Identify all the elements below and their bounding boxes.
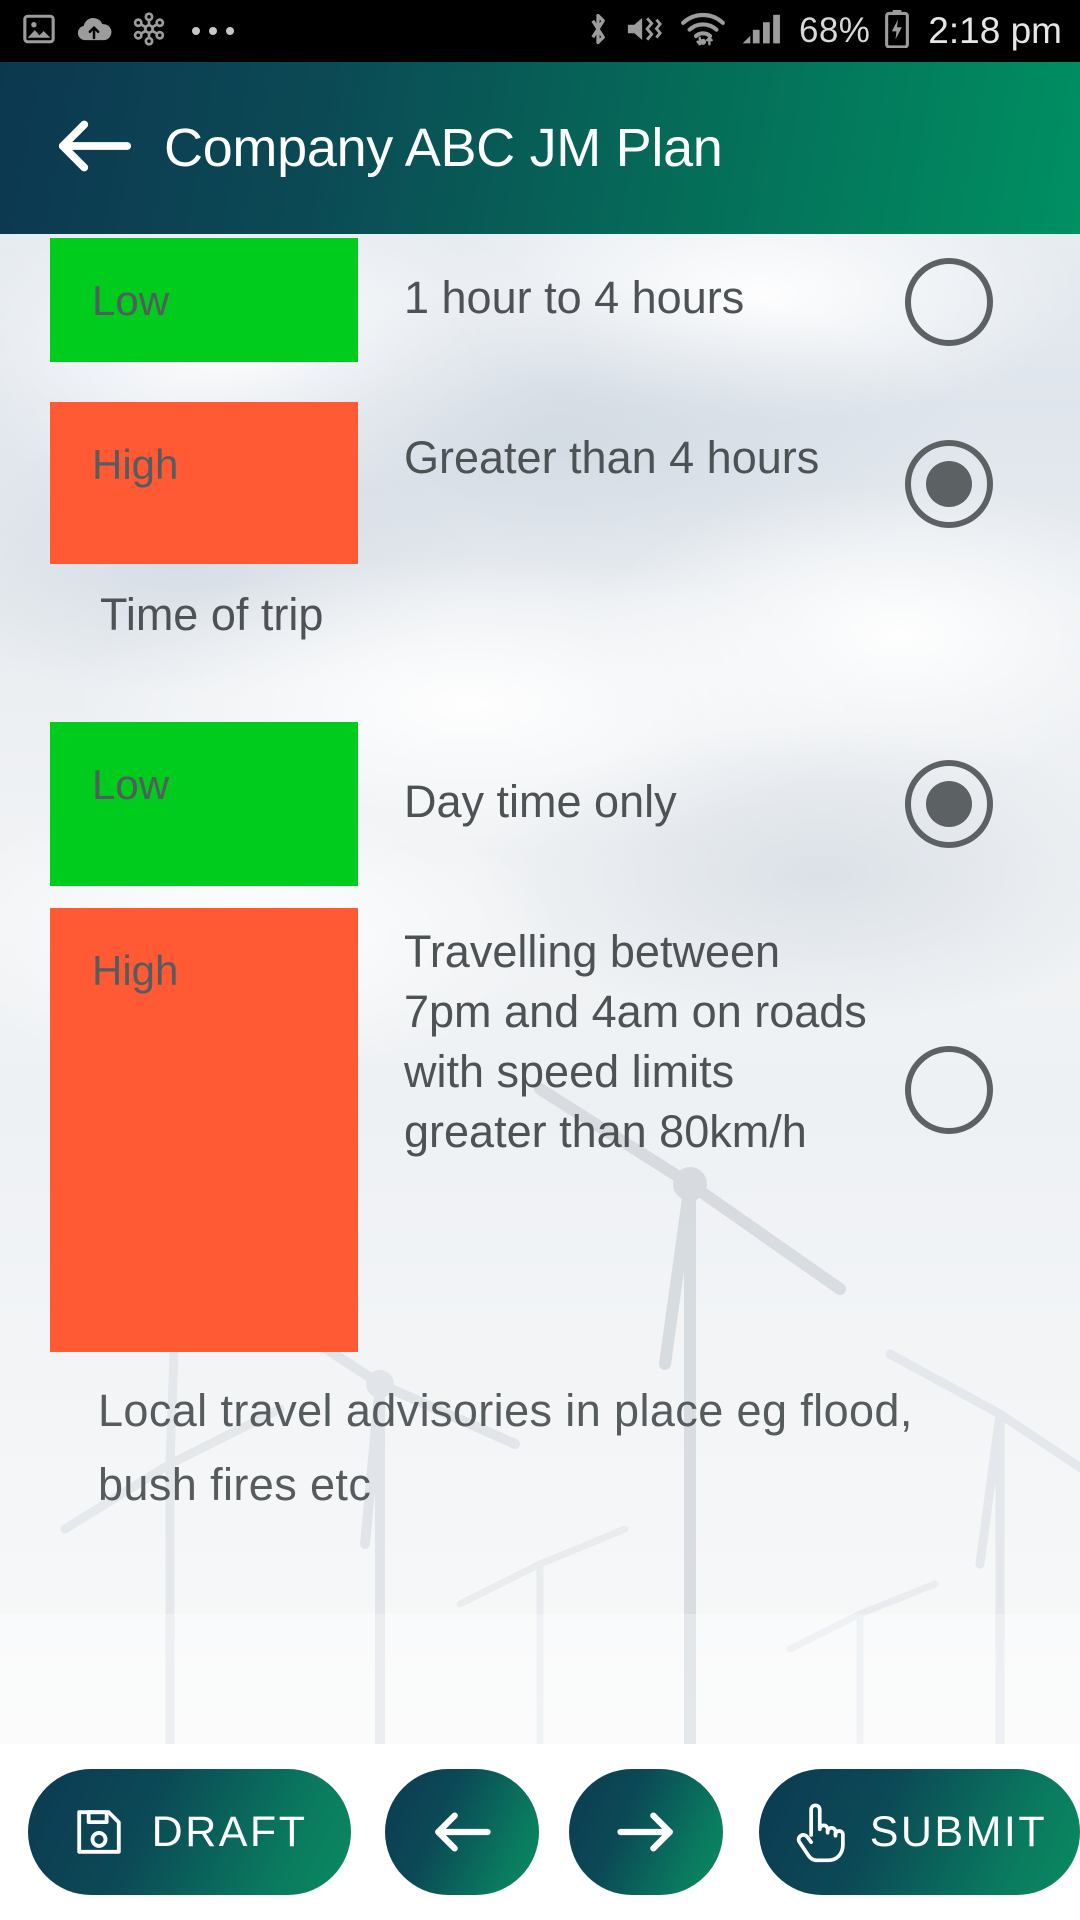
radio-cell[interactable] (874, 760, 1024, 848)
option-label: Day time only (404, 776, 677, 827)
section-heading: Time of trip (100, 589, 324, 640)
signal-bars-icon (741, 12, 785, 51)
severity-badge-low: Low (50, 722, 358, 886)
radio-cell[interactable] (874, 258, 1024, 346)
bottom-action-bar: DRAFT SUBMIT (0, 1744, 1080, 1920)
option-radio[interactable] (905, 440, 993, 528)
severity-badge-high: High (50, 908, 358, 1352)
clock-label: 2:18 pm (928, 10, 1062, 51)
image-icon (22, 12, 56, 51)
form-content: Low 1 hour to 4 hours High Greater than … (0, 234, 1080, 1744)
wifi-icon (679, 11, 727, 52)
severity-label: High (92, 947, 179, 994)
option-row[interactable]: Low 1 hour to 4 hours (0, 238, 1080, 362)
pointing-hand-icon (792, 1800, 848, 1864)
arrow-left-icon (55, 116, 133, 181)
phone-screen: 68% 2:18 pm Company ABC JM Plan Low 1 ho… (0, 0, 1080, 1920)
arrow-left-icon (431, 1808, 493, 1856)
page-title: Company ABC JM Plan (164, 118, 723, 178)
option-radio[interactable] (905, 760, 993, 848)
submit-button-label: SUBMIT (869, 1807, 1048, 1856)
severity-badge-high: High (50, 402, 358, 564)
option-row[interactable]: High Travelling between 7pm and 4am on r… (0, 908, 1080, 1352)
draft-button[interactable]: DRAFT (28, 1769, 352, 1895)
back-button[interactable] (34, 88, 154, 208)
submit-button[interactable]: SUBMIT (758, 1769, 1080, 1895)
cloud-upload-icon (76, 14, 112, 49)
severity-label: High (92, 441, 179, 488)
bluetooth-icon (585, 10, 611, 53)
draft-button-label: DRAFT (151, 1807, 308, 1856)
previous-button[interactable] (385, 1769, 539, 1895)
arrow-right-icon (615, 1808, 677, 1856)
option-row[interactable]: Low Day time only (0, 722, 1080, 886)
mute-vibrate-icon (625, 12, 665, 51)
option-label: Travelling between 7pm and 4am on roads … (404, 926, 867, 1157)
option-radio[interactable] (905, 1046, 993, 1134)
more-dots-icon (192, 27, 234, 35)
trailing-question-label: Local travel advisories in place eg floo… (98, 1385, 913, 1510)
severity-badge-low: Low (50, 238, 358, 362)
severity-label: Low (92, 761, 170, 808)
battery-percent-label: 68% (799, 11, 871, 50)
radio-cell[interactable] (874, 440, 1024, 528)
hub-network-icon (132, 11, 166, 51)
battery-icon (884, 9, 910, 53)
option-label: 1 hour to 4 hours (404, 272, 745, 323)
option-label: Greater than 4 hours (404, 432, 820, 483)
status-bar-left-icons (22, 11, 234, 51)
next-button[interactable] (568, 1769, 723, 1895)
option-radio[interactable] (905, 258, 993, 346)
app-bar: Company ABC JM Plan (0, 62, 1080, 234)
severity-label: Low (92, 277, 170, 324)
status-bar-right-icons: 68% 2:18 pm (585, 9, 1062, 53)
option-row[interactable]: High Greater than 4 hours (0, 402, 1080, 564)
save-floppy-icon (72, 1805, 126, 1859)
radio-cell[interactable] (874, 1046, 1024, 1134)
status-bar: 68% 2:18 pm (0, 0, 1080, 62)
